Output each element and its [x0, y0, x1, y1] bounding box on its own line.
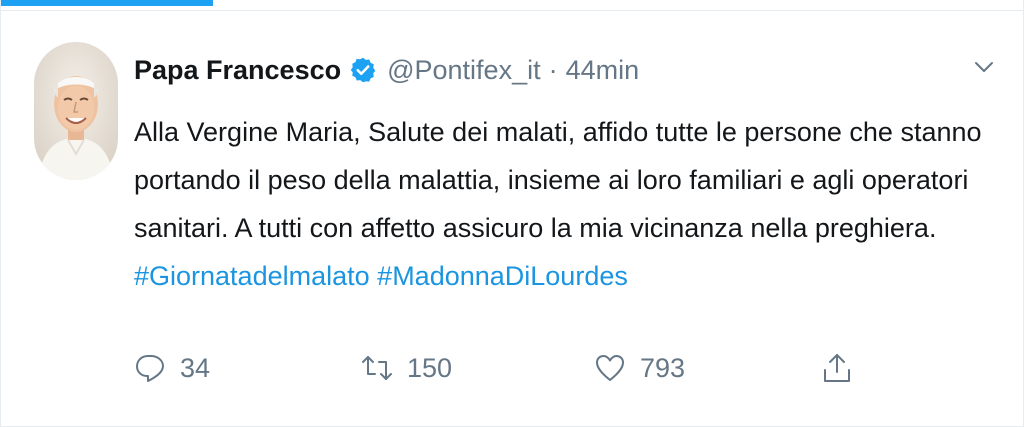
tweet-text-line: sanitari. A tutti con affetto assicuro l…: [134, 213, 937, 243]
active-tab-indicator: [1, 0, 213, 6]
retweet-button[interactable]: 150: [361, 340, 452, 396]
avatar[interactable]: [34, 42, 118, 180]
tweet-text-line: portando il peso della malattia, insieme…: [134, 165, 969, 195]
heart-icon: [596, 355, 624, 381]
hashtag-line: #Giornatadelmalato #MadonnaDiLourdes: [134, 252, 994, 300]
share-button[interactable]: [821, 340, 853, 396]
tweet-actions: 34 150 793: [1, 340, 1024, 396]
divider: [1, 10, 1024, 11]
verified-badge-icon: [349, 56, 377, 84]
tweet-text: Alla Vergine Maria, Salute dei malati, a…: [134, 108, 994, 300]
reply-icon: [136, 355, 164, 382]
avatar-image: [34, 42, 118, 180]
retweet-count: 150: [407, 352, 453, 383]
separator-dot: ·: [548, 54, 558, 85]
hashtag-link[interactable]: #Giornatadelmalato: [134, 261, 370, 291]
retweet-icon: [362, 356, 392, 380]
like-button[interactable]: 793: [594, 340, 685, 396]
chevron-down-icon[interactable]: [971, 54, 997, 80]
like-count: 793: [640, 352, 686, 383]
reply-button[interactable]: 34: [134, 340, 210, 396]
share-icon: [824, 354, 850, 382]
hashtag-link[interactable]: #MadonnaDiLourdes: [377, 261, 628, 291]
author-handle[interactable]: @Pontifex_it: [387, 55, 540, 86]
tweet-card: Papa Francesco @Pontifex_it · 44min Alla…: [0, 0, 1024, 427]
tweet-text-line: Alla Vergine Maria, Salute dei malati, a…: [134, 117, 982, 147]
author-name[interactable]: Papa Francesco: [134, 55, 341, 86]
timestamp[interactable]: 44min: [566, 55, 640, 86]
tweet-header: Papa Francesco @Pontifex_it · 44min: [134, 52, 639, 88]
reply-count: 34: [180, 352, 211, 383]
